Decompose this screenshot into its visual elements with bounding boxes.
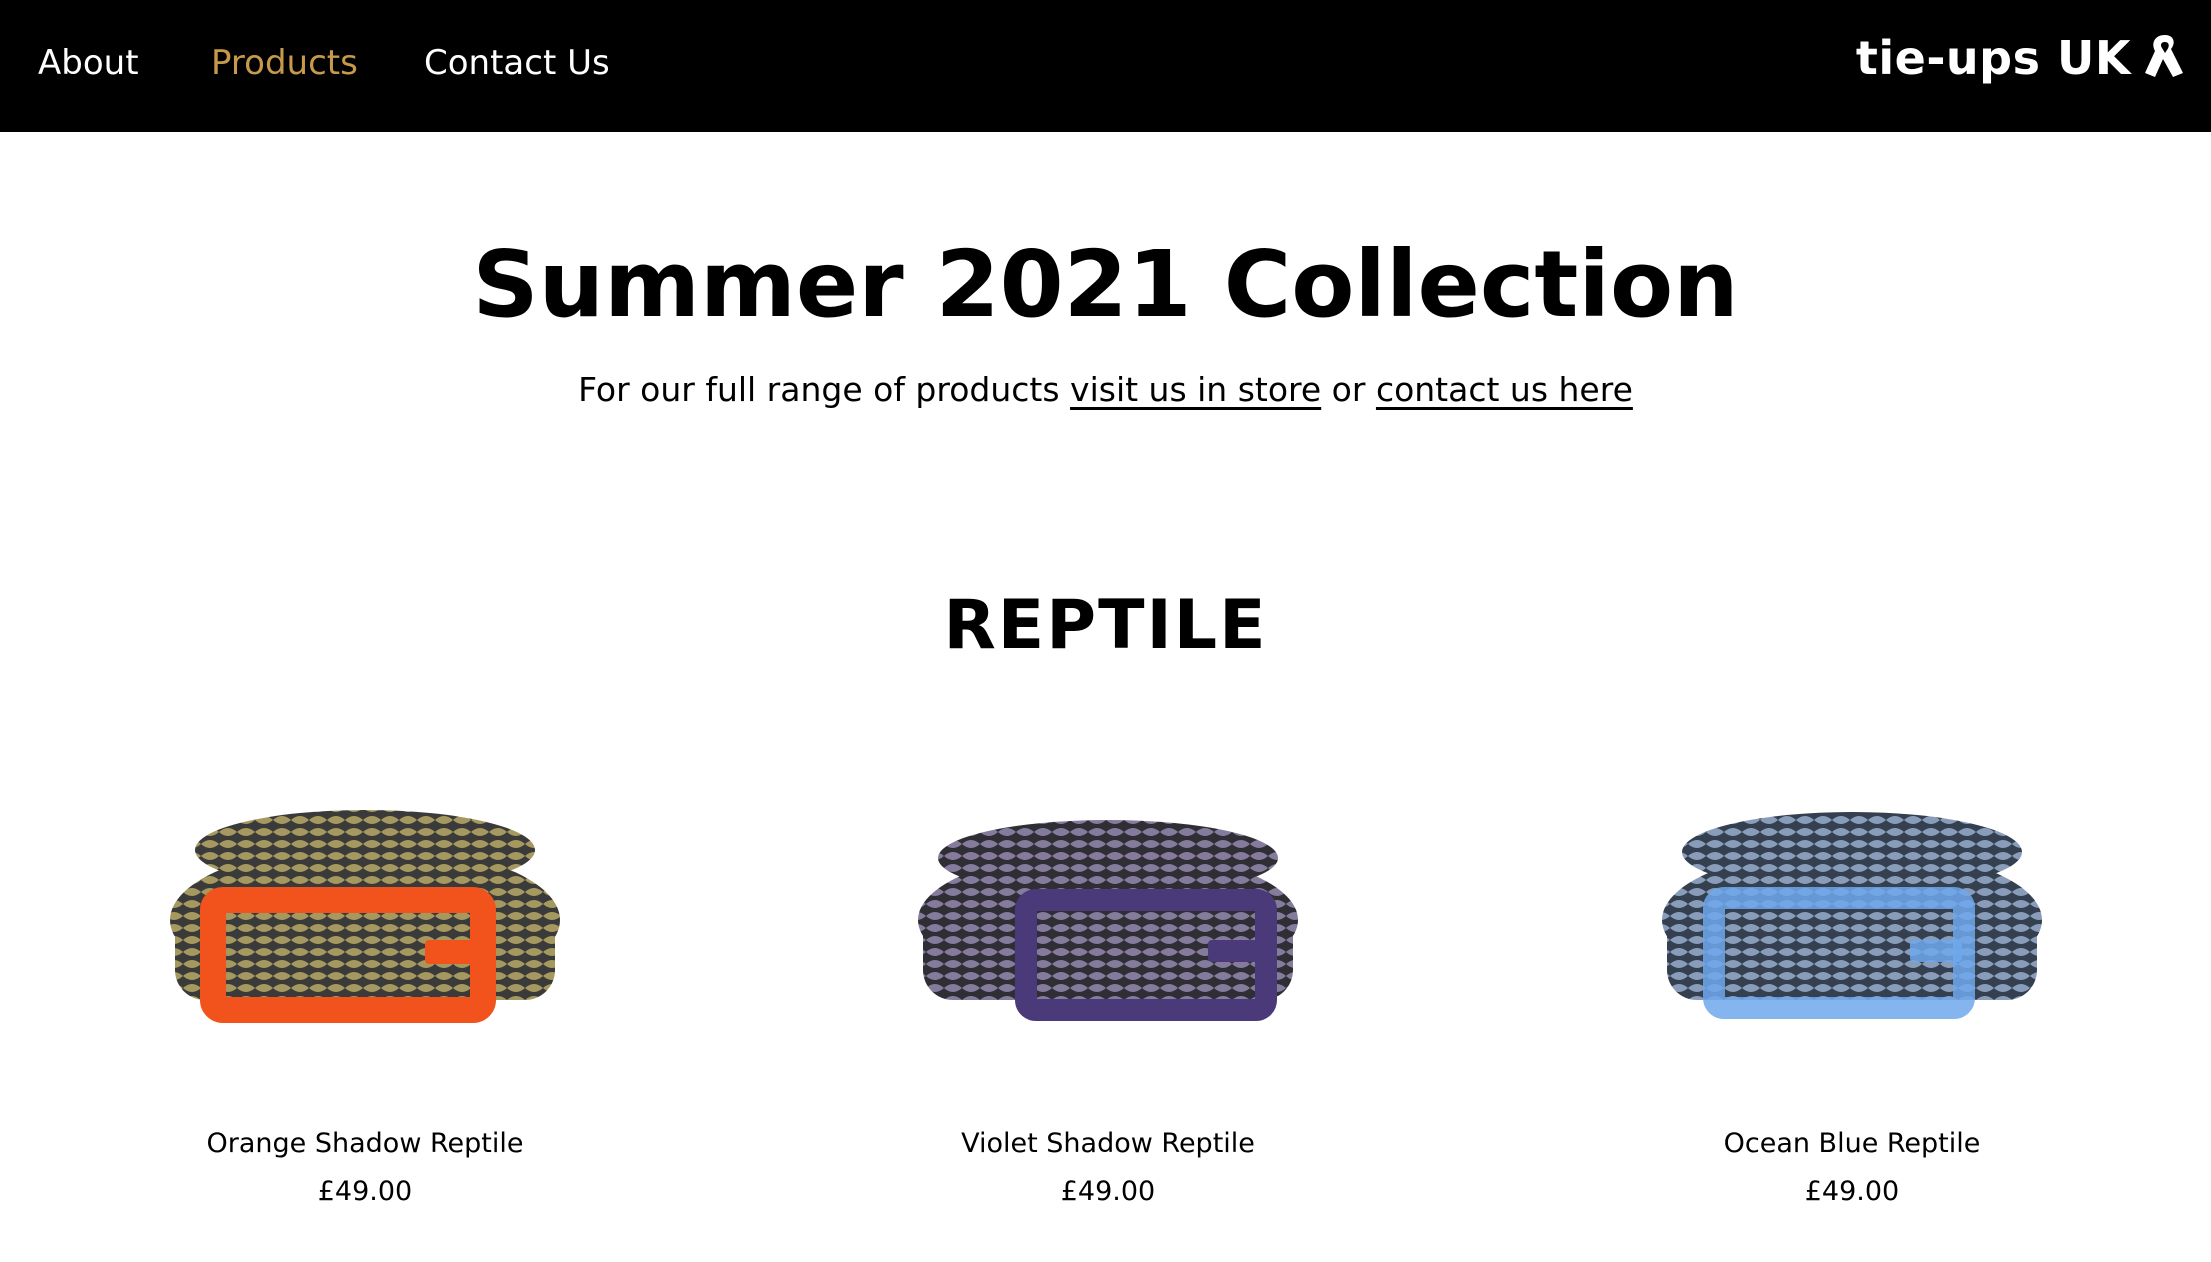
product-image[interactable] (1652, 790, 2052, 1050)
product-image[interactable] (908, 790, 1308, 1050)
top-navbar: About Products Contact Us tie-ups UK (0, 0, 2211, 132)
nav-about[interactable]: About (38, 39, 139, 87)
page-subtitle: For our full range of products visit us … (0, 366, 2211, 414)
product-name[interactable]: Orange Shadow Reptile (115, 1124, 615, 1164)
section-title: REPTILE (943, 586, 1268, 665)
brand-logo-text: tie-ups UK (1855, 31, 2131, 85)
ribbon-icon (2145, 35, 2183, 77)
product-price: £49.00 (1060, 1176, 1156, 1207)
brand-logo[interactable]: tie-ups UK (1856, 26, 2187, 90)
product-name[interactable]: Violet Shadow Reptile (858, 1124, 1358, 1164)
subtitle-text-middle: or (1321, 370, 1376, 409)
product-price: £49.00 (1804, 1176, 1900, 1207)
product-name[interactable]: Ocean Blue Reptile (1602, 1124, 2102, 1164)
product-price: £49.00 (317, 1176, 413, 1207)
nav-contact-us[interactable]: Contact Us (424, 39, 610, 87)
product-card[interactable]: Violet Shadow Reptile £49.00 (858, 790, 1358, 1207)
product-card[interactable]: Orange Shadow Reptile £49.00 (115, 790, 615, 1207)
page-title: Summer 2021 Collection (472, 231, 1739, 338)
visit-store-link[interactable]: visit us in store (1070, 370, 1321, 409)
nav-products[interactable]: Products (211, 39, 358, 87)
product-card[interactable]: Ocean Blue Reptile £49.00 (1602, 790, 2102, 1207)
subtitle-text-start: For our full range of products (578, 370, 1071, 409)
contact-us-link[interactable]: contact us here (1376, 370, 1633, 409)
product-image[interactable] (165, 790, 565, 1050)
